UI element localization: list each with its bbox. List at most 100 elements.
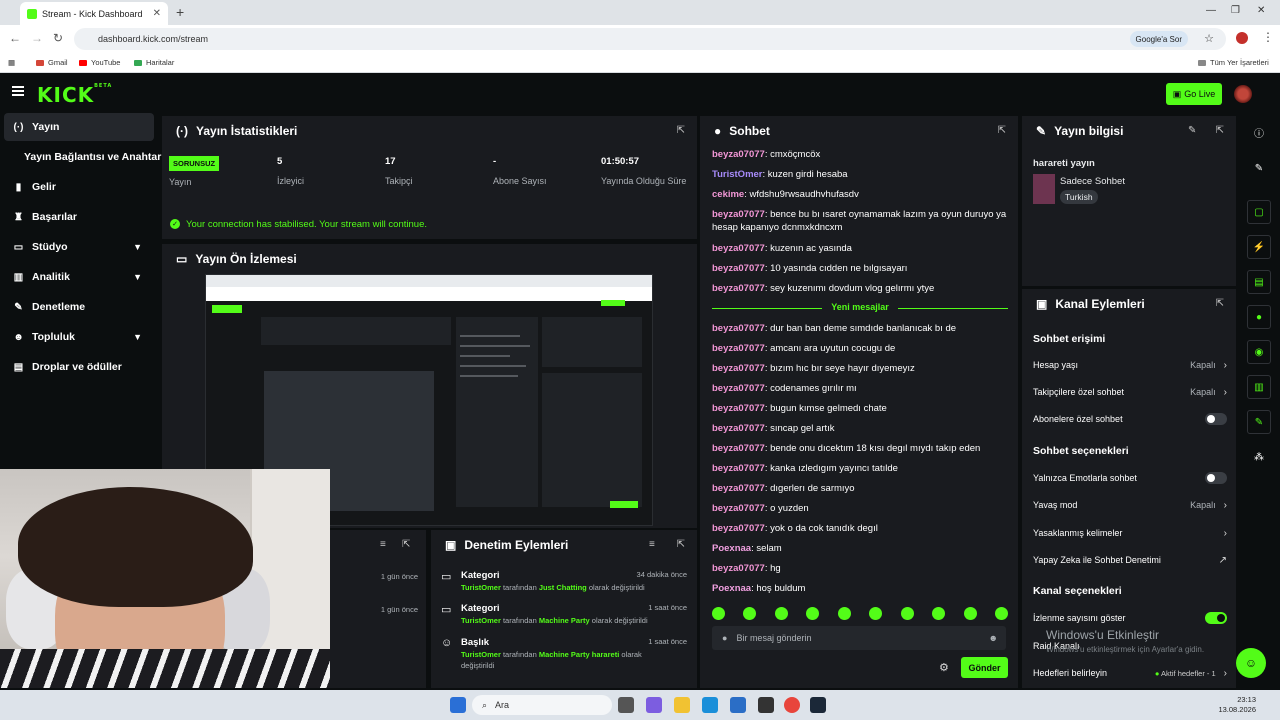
sidebar-item-analitik[interactable]: ▥ Analitik ▼: [4, 263, 154, 291]
ai-moderation-row[interactable]: Yapay Zeka ile Sohbet Denetimi ↗: [1033, 553, 1227, 567]
layout-icon[interactable]: ▥: [1247, 375, 1271, 399]
subscribers-only-toggle[interactable]: [1205, 413, 1227, 425]
expand-icon[interactable]: ⇱: [677, 125, 685, 136]
all-bookmarks[interactable]: Tüm Yer İşaretleri: [1198, 58, 1269, 67]
menu-dots-icon[interactable]: ⋮: [1262, 30, 1274, 44]
minimize-icon[interactable]: —: [1206, 5, 1216, 16]
edge-icon[interactable]: [702, 697, 718, 713]
expand-icon[interactable]: ⇱: [1216, 125, 1224, 136]
chat-username[interactable]: beyza07077: [712, 243, 765, 254]
emote-icon[interactable]: [900, 607, 914, 620]
emote-icon[interactable]: [932, 607, 946, 620]
filter-icon[interactable]: ≡: [649, 539, 655, 550]
file-explorer-icon[interactable]: [674, 697, 690, 713]
info-icon[interactable]: ⓘ: [1247, 120, 1271, 144]
emote-only-toggle[interactable]: [1205, 472, 1227, 484]
chat-username[interactable]: beyza07077: [712, 209, 765, 220]
chat-username[interactable]: beyza07077: [712, 263, 765, 274]
address-bar[interactable]: dashboard.kick.com/stream Google'a Sor ☆: [74, 28, 1226, 50]
emoji-icon[interactable]: ☻: [989, 633, 998, 643]
avatar[interactable]: [1234, 85, 1252, 103]
apps-grid-icon[interactable]: ▦: [8, 58, 15, 67]
emote-icon[interactable]: [869, 607, 883, 620]
sidebar-item-stream-key[interactable]: Yayın Bağlantısı ve Anahtarı: [15, 143, 175, 171]
edit-pencil-icon[interactable]: ✎: [1188, 125, 1196, 136]
new-tab-icon[interactable]: +: [176, 4, 184, 20]
taskbar-search[interactable]: ⌕ Ara: [472, 695, 612, 715]
account-age-row[interactable]: Hesap yaşı Kapalı ›: [1033, 358, 1227, 372]
expand-icon[interactable]: ⇱: [677, 539, 685, 550]
chat-username[interactable]: beyza07077: [712, 343, 765, 354]
emote-icon[interactable]: [806, 607, 820, 620]
copilot-icon[interactable]: [646, 697, 662, 713]
support-chat-button[interactable]: ☺: [1236, 648, 1266, 678]
close-window-icon[interactable]: ✕: [1257, 5, 1265, 16]
emote-icon[interactable]: [963, 607, 977, 620]
chat-username[interactable]: beyza07077: [712, 523, 765, 534]
chat-username[interactable]: TuristOmer: [712, 169, 763, 180]
chat-username[interactable]: beyza07077: [712, 283, 765, 294]
chat-username[interactable]: beyza07077: [712, 503, 765, 514]
chat-username[interactable]: beyza07077: [712, 323, 765, 334]
expand-icon[interactable]: ⇱: [998, 125, 1006, 136]
chat-username[interactable]: beyza07077: [712, 423, 765, 434]
bookmark-haritalar[interactable]: Haritalar: [134, 58, 174, 67]
emote-icon[interactable]: [774, 607, 788, 620]
emote-icon[interactable]: [743, 607, 757, 620]
store-icon[interactable]: [730, 697, 746, 713]
chat-username[interactable]: Poexnaa: [712, 583, 751, 594]
task-view-icon[interactable]: [618, 697, 634, 713]
google-sor-button[interactable]: Google'a Sor: [1129, 31, 1188, 47]
chat-input[interactable]: ● Bir mesaj gönderin ☻: [712, 626, 1006, 650]
show-viewcount-toggle[interactable]: [1205, 612, 1227, 624]
go-live-button[interactable]: ▣ Go Live: [1166, 83, 1222, 105]
filter-icon[interactable]: ≡: [380, 539, 386, 550]
followers-only-row[interactable]: Takipçilere özel sohbet Kapalı ›: [1033, 385, 1227, 399]
kick-logo[interactable]: KICKBETA: [37, 83, 112, 107]
bookmark-youtube[interactable]: YouTube: [79, 58, 120, 67]
capture-icon[interactable]: ▢: [1247, 200, 1271, 224]
sidebar-item-denetleme[interactable]: ✎ Denetleme: [4, 293, 154, 321]
profile-icon[interactable]: [1236, 32, 1248, 44]
wrench-icon[interactable]: ✎: [1247, 410, 1271, 434]
community-icon[interactable]: ⁂: [1247, 445, 1271, 469]
chat-username[interactable]: beyza07077: [712, 149, 765, 160]
sidebar-item-topluluk[interactable]: ☻ Topluluk ▼: [4, 323, 154, 351]
lightning-icon[interactable]: ⚡: [1247, 235, 1271, 259]
start-icon[interactable]: [450, 697, 466, 713]
browser-tab[interactable]: Stream - Kick Dashboard ✕: [20, 2, 168, 25]
expand-icon[interactable]: ⇱: [402, 539, 410, 550]
back-icon[interactable]: ←: [9, 31, 21, 45]
expand-icon[interactable]: ⇱: [1216, 298, 1224, 309]
chat-username[interactable]: beyza07077: [712, 563, 765, 574]
sidebar-item-basarilar[interactable]: ♜ Başarılar: [4, 203, 154, 231]
notes-icon[interactable]: ▤: [1247, 270, 1271, 294]
chat-username[interactable]: beyza07077: [712, 483, 765, 494]
bookmark-star-icon[interactable]: ☆: [1204, 32, 1214, 45]
banned-words-row[interactable]: Yasaklanmış kelimeler ›: [1033, 526, 1227, 540]
chat-username[interactable]: beyza07077: [712, 403, 765, 414]
sidebar-item-droplar[interactable]: ▤ Droplar ve ödüller: [4, 353, 154, 381]
emote-icon[interactable]: [712, 607, 725, 620]
chat-username[interactable]: cekime: [712, 189, 744, 200]
chat-bubble-icon[interactable]: ●: [1247, 305, 1271, 329]
maximize-icon[interactable]: ❐: [1231, 5, 1240, 16]
reload-icon[interactable]: ↻: [53, 31, 63, 45]
send-button[interactable]: Gönder: [961, 657, 1008, 678]
sidebar-item-gelir[interactable]: ▮ Gelir: [4, 173, 154, 201]
chat-username[interactable]: beyza07077: [712, 383, 765, 394]
chrome-icon[interactable]: [784, 697, 800, 713]
sidebar-item-yayin[interactable]: (·) Yayın: [4, 113, 154, 141]
close-tab-icon[interactable]: ✕: [153, 8, 161, 19]
app-icon[interactable]: [758, 697, 774, 713]
forward-icon[interactable]: →: [31, 31, 43, 45]
chat-username[interactable]: beyza07077: [712, 443, 765, 454]
broadcast-icon[interactable]: ◉: [1247, 340, 1271, 364]
edit-pencil-icon[interactable]: ✎: [1247, 156, 1271, 180]
chat-username[interactable]: Poexnaa: [712, 543, 751, 554]
steam-icon[interactable]: [810, 697, 826, 713]
chat-username[interactable]: beyza07077: [712, 363, 765, 374]
chat-username[interactable]: beyza07077: [712, 463, 765, 474]
goals-row[interactable]: Hedefleri belirleyin ● Aktif hedefler - 1…: [1033, 666, 1227, 680]
hamburger-menu-icon[interactable]: [12, 86, 24, 96]
